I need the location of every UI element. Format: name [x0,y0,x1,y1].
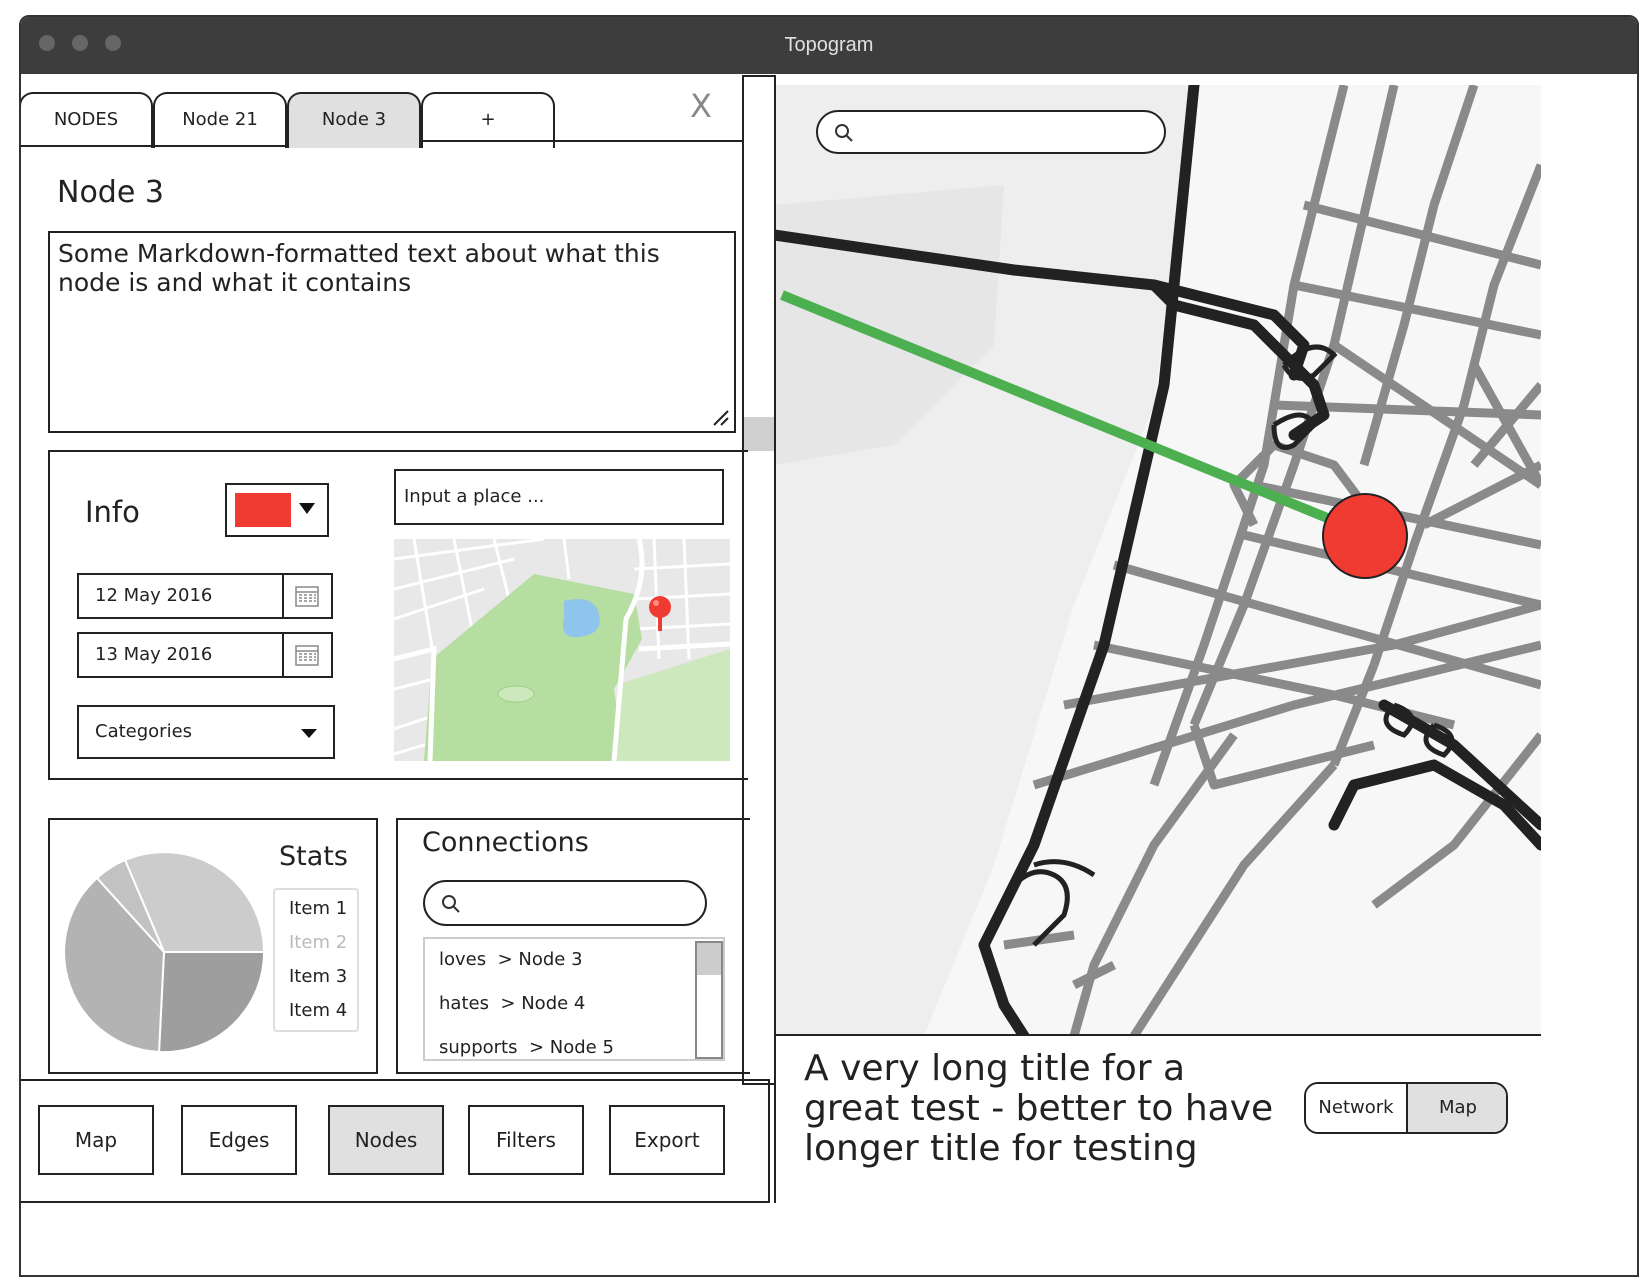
footer-divider [774,1034,1541,1036]
connection-target: > Node 5 [528,1037,614,1058]
mini-map[interactable] [394,539,730,761]
stats-legend: Item 1 Item 2 Item 3 Item 4 [273,888,359,1032]
tab-nodes[interactable]: NODES [21,92,153,148]
info-heading: Info [85,495,140,529]
map-search-input[interactable] [816,110,1166,154]
window-title: Topogram [784,34,874,56]
connection-relation: hates [439,993,489,1014]
connections-scrollbar[interactable] [695,941,723,1059]
connections-scrollbar-thumb[interactable] [697,943,721,975]
search-icon [442,895,460,913]
place-input[interactable]: Input a place ... [394,469,724,525]
stats-legend-item: Item 3 [289,966,348,987]
categories-label: Categories [95,721,193,742]
main-map[interactable] [774,85,1541,1036]
start-date-value: 12 May 2016 [95,585,213,606]
connection-relation: supports [439,1037,518,1058]
date-divider [282,634,284,676]
app-window: Topogram NODES Node 21 Node 3 + X Node 3… [19,15,1639,1277]
search-icon [835,124,853,142]
color-picker[interactable] [225,483,329,537]
connection-target: > Node 3 [497,949,583,970]
chevron-down-icon [299,503,315,514]
tab-node-3[interactable]: Node 3 [287,92,421,148]
stats-legend-item: Item 2 [289,932,348,953]
stats-legend-item: Item 1 [289,898,348,919]
connection-item[interactable]: loves > Node 3 [439,943,583,977]
toggle-network[interactable]: Network [1306,1084,1408,1132]
stats-pie-chart [64,852,264,1052]
stats-heading: Stats [279,841,348,872]
map-node-marker[interactable] [1322,493,1408,579]
connections-heading: Connections [422,827,589,858]
calendar-icon[interactable] [295,643,319,667]
nav-edges-button[interactable]: Edges [181,1105,297,1175]
view-toggle[interactable]: Network Map [1304,1082,1508,1134]
toggle-map[interactable]: Map [1408,1084,1506,1132]
color-swatch [235,493,291,527]
calendar-icon[interactable] [295,584,319,608]
connections-list[interactable]: loves > Node 3 hates > Node 4 supports >… [423,937,725,1061]
end-date-field[interactable]: 13 May 2016 [77,632,333,678]
chevron-down-icon [301,729,317,738]
pie-slice-3 [157,951,264,1052]
connection-relation: loves [439,949,487,970]
stats-legend-item: Item 4 [289,1000,348,1021]
node-title: Node 3 [57,175,164,210]
tab-node-21[interactable]: Node 21 [153,92,287,148]
tab-baseline-right [423,140,753,142]
connections-search-input[interactable] [423,880,707,926]
connection-item[interactable]: supports > Node 5 [439,1031,614,1059]
tab-baseline-left [21,145,288,147]
close-panel-button[interactable]: X [676,87,726,127]
resize-handle-icon[interactable] [712,409,730,427]
date-divider [282,575,284,617]
nav-nodes-button[interactable]: Nodes [328,1105,444,1175]
node-description-text: Some Markdown-formatted text about what … [58,239,660,297]
categories-select[interactable]: Categories [77,705,335,759]
panel-scrollbar-thumb[interactable] [744,417,774,451]
node-description-textarea[interactable]: Some Markdown-formatted text about what … [48,231,736,433]
start-date-field[interactable]: 12 May 2016 [77,573,333,619]
connection-target: > Node 4 [500,993,586,1014]
footer-title: A very long title for a great test - bet… [804,1048,1274,1169]
connection-item[interactable]: hates > Node 4 [439,987,585,1021]
nav-filters-button[interactable]: Filters [468,1105,584,1175]
end-date-value: 13 May 2016 [95,644,213,665]
nav-map-button[interactable]: Map [38,1105,154,1175]
nav-export-button[interactable]: Export [609,1105,725,1175]
